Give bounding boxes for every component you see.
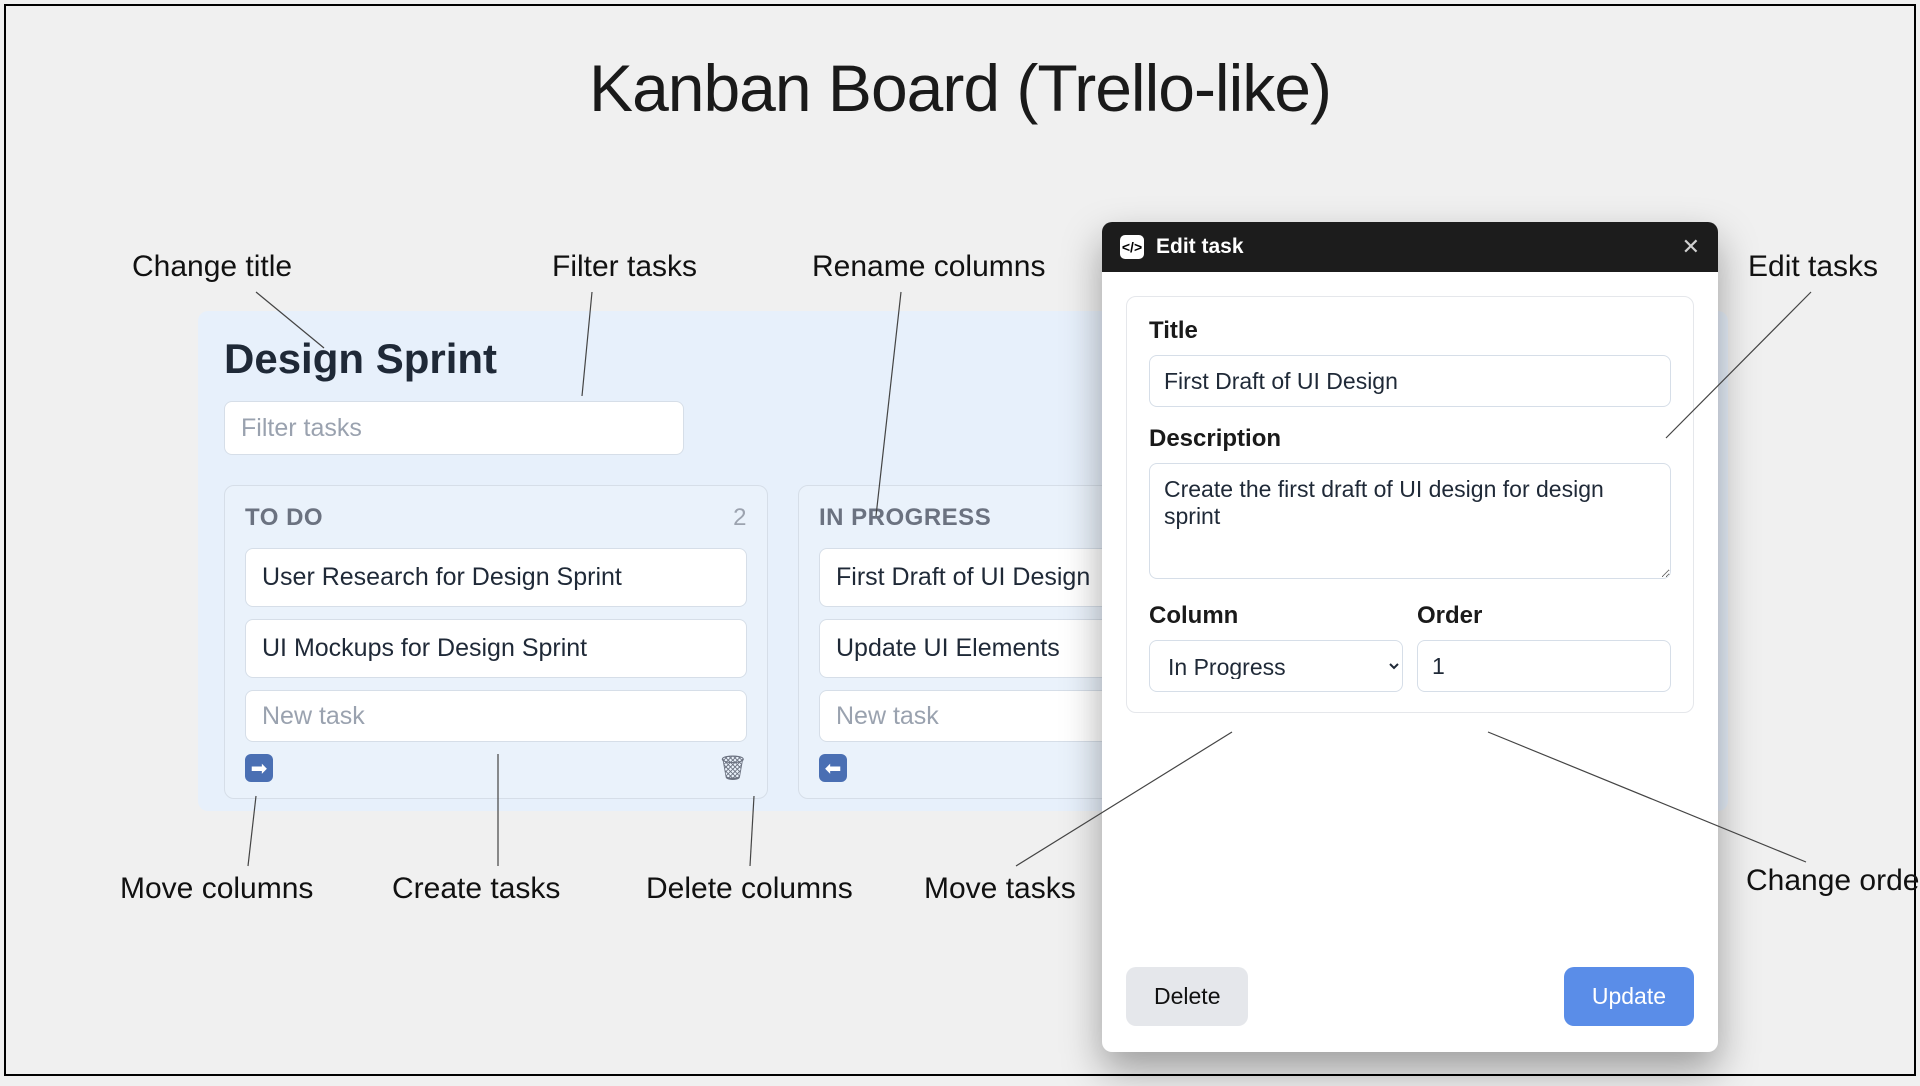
description-label: Description <box>1149 425 1671 453</box>
annotation-move-columns: Move columns <box>120 872 313 906</box>
column-name[interactable]: IN PROGRESS <box>819 504 991 532</box>
delete-column-icon[interactable]: 🗑 <box>719 754 747 782</box>
page-title: Kanban Board (Trello-like) <box>6 50 1914 126</box>
order-field[interactable] <box>1417 640 1671 692</box>
annotation-filter-tasks: Filter tasks <box>552 250 697 284</box>
move-column-right-icon[interactable]: ➡ <box>245 754 273 782</box>
description-field[interactable]: Create the first draft of UI design for … <box>1149 463 1671 579</box>
update-button[interactable]: Update <box>1564 967 1694 1026</box>
title-field[interactable] <box>1149 355 1671 407</box>
task-card[interactable]: User Research for Design Sprint <box>245 548 747 607</box>
edit-task-modal: </> Edit task ✕ Title Description Create… <box>1102 222 1718 1052</box>
annotation-edit-tasks: Edit tasks <box>1748 250 1878 284</box>
order-label: Order <box>1417 602 1671 630</box>
column-name[interactable]: TO DO <box>245 504 323 532</box>
annotation-create-tasks: Create tasks <box>392 872 560 906</box>
modal-title: Edit task <box>1156 235 1244 259</box>
code-icon: </> <box>1120 235 1144 259</box>
title-label: Title <box>1149 317 1671 345</box>
annotation-change-order: Change order <box>1746 864 1920 898</box>
move-column-left-icon[interactable]: ⬅ <box>819 754 847 782</box>
new-task-input[interactable] <box>245 690 747 742</box>
column-select[interactable]: In Progress <box>1149 640 1403 692</box>
column-todo: TO DO 2 User Research for Design Sprint … <box>224 485 768 799</box>
delete-button[interactable]: Delete <box>1126 967 1248 1026</box>
column-count: 2 <box>733 504 747 532</box>
close-icon[interactable]: ✕ <box>1682 234 1700 260</box>
task-card[interactable]: UI Mockups for Design Sprint <box>245 619 747 678</box>
column-label: Column <box>1149 602 1403 630</box>
filter-tasks-input[interactable] <box>224 401 684 455</box>
annotation-rename-columns: Rename columns <box>812 250 1045 284</box>
annotation-move-tasks: Move tasks <box>924 872 1076 906</box>
annotation-change-title: Change title <box>132 250 292 284</box>
annotation-delete-columns: Delete columns <box>646 872 853 906</box>
